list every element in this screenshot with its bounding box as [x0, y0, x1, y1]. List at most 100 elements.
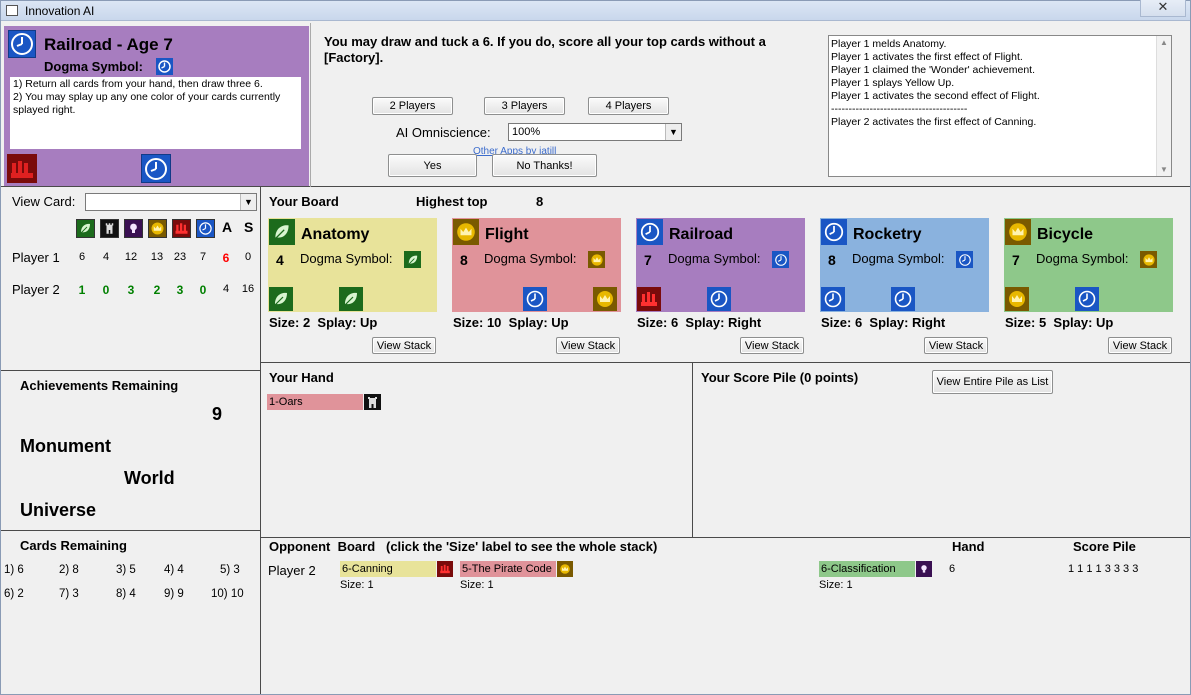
opponent-card-size[interactable]: Size: 1: [460, 579, 494, 591]
log-entry: Player 1 claimed the 'Wonder' achievemen…: [831, 64, 1036, 76]
window-title: Innovation AI: [25, 4, 95, 18]
board-card-railroad[interactable]: Railroad 7 Dogma Symbol:: [636, 218, 805, 312]
card-age: 7: [1012, 252, 1020, 268]
score-cell: 7: [199, 251, 207, 263]
clock-icon: [156, 58, 173, 75]
prompt-text: You may draw and tuck a 6. If you do, sc…: [324, 34, 766, 65]
yes-button[interactable]: Yes: [388, 154, 477, 177]
size-text: Size: 5: [1005, 315, 1047, 330]
cards-remaining-item: 5) 3: [220, 564, 240, 576]
opponent-card[interactable]: 6-Canning: [340, 561, 436, 577]
hand-card-oars[interactable]: 1-Oars: [267, 394, 363, 410]
score-cell: 4: [102, 251, 110, 263]
opponent-hand-label: Hand: [952, 539, 985, 554]
size-text: Size: 6: [821, 315, 863, 330]
view-card-select[interactable]: ▼: [85, 193, 257, 211]
cards-remaining-item: 1) 6: [4, 564, 24, 576]
game-log[interactable]: Player 1 melds Anatomy. Player 1 activate…: [828, 35, 1172, 177]
dogma-label: Dogma Symbol:: [44, 59, 143, 74]
view-stack-button[interactable]: View Stack: [372, 337, 436, 354]
cards-remaining-item: 8) 4: [116, 588, 136, 600]
board-card-bicycle[interactable]: Bicycle 7 Dogma Symbol:: [1004, 218, 1173, 312]
ai-omniscience-select[interactable]: 100% ▼: [508, 123, 682, 141]
card-name: Bicycle: [1037, 226, 1094, 243]
factory-icon: [7, 154, 37, 183]
lightbulb-icon: [916, 561, 932, 577]
factory-icon: [637, 287, 661, 311]
achievements-count: 9: [212, 404, 223, 424]
opponent-card[interactable]: 5-The Pirate Code: [460, 561, 556, 577]
view-pile-list-button[interactable]: View Entire Pile as List: [932, 370, 1053, 394]
opponent-card-label: 6-Canning: [342, 563, 393, 575]
score-cell: 23: [173, 251, 187, 263]
cards-remaining-title: Cards Remaining: [20, 538, 127, 553]
score-cell: 0: [244, 251, 252, 263]
card-size-label[interactable]: Size: 2 Splay: Up: [269, 315, 377, 330]
splay-text: Splay: Right: [869, 315, 946, 330]
size-text: Size: 2: [269, 315, 311, 330]
card-size-label[interactable]: Size: 10 Splay: Up: [453, 315, 569, 330]
title-bar: Innovation AI ✕: [1, 0, 1190, 21]
crown-icon: [453, 219, 479, 245]
achievement-monument[interactable]: Monument: [20, 436, 111, 457]
crown-icon: [1005, 219, 1031, 245]
opponent-card-size[interactable]: Size: 1: [340, 579, 374, 591]
clock-icon: [891, 287, 915, 311]
dogma-label: Dogma Symbol:: [484, 251, 577, 266]
leaf-icon: [76, 219, 95, 238]
chevron-down-icon[interactable]: ▼: [665, 124, 681, 140]
header-a: A: [222, 219, 233, 235]
opponent-card-size[interactable]: Size: 1: [819, 579, 853, 591]
size-text: Size: 10: [453, 315, 502, 330]
view-stack-button[interactable]: View Stack: [924, 337, 988, 354]
board-card-rocketry[interactable]: Rocketry 8 Dogma Symbol:: [820, 218, 989, 312]
score-cell: 1: [78, 283, 86, 297]
cards-remaining-item: 4) 4: [164, 564, 184, 576]
header-s: S: [244, 219, 254, 235]
player-2-label: Player 2: [12, 282, 60, 297]
opponent-card-label: 6-Classification: [821, 563, 896, 575]
score-cell: 6: [78, 251, 86, 263]
board-card-flight[interactable]: Flight 8 Dogma Symbol:: [452, 218, 621, 312]
opponent-board-title: Opponent Board (click the 'Size' label t…: [269, 539, 658, 554]
divider: [310, 23, 311, 187]
dogma-label: Dogma Symbol:: [1036, 251, 1129, 266]
ai-omniscience-value: 100%: [512, 126, 541, 138]
achievement-world[interactable]: World: [124, 468, 175, 489]
opponent-card[interactable]: 6-Classification: [819, 561, 915, 577]
log-list: Player 1 melds Anatomy. Player 1 activate…: [831, 38, 1153, 129]
card-age: 7: [644, 252, 652, 268]
log-entry: Player 1 activates the first effect of F…: [831, 51, 1023, 63]
highest-top-label: Highest top: [416, 194, 488, 209]
view-stack-button[interactable]: View Stack: [1108, 337, 1172, 354]
opponent-score-label: Score Pile: [1073, 539, 1136, 554]
board-card-anatomy[interactable]: Anatomy 4 Dogma Symbol:: [268, 218, 437, 312]
splay-text: Splay: Right: [685, 315, 762, 330]
achievement-universe[interactable]: Universe: [20, 500, 96, 521]
your-board-title: Your Board: [269, 194, 339, 209]
scroll-down-icon[interactable]: ▼: [1160, 165, 1168, 174]
four-players-button[interactable]: 4 Players: [588, 97, 669, 115]
card-size-label[interactable]: Size: 6 Splay: Right: [637, 315, 761, 330]
factory-icon: [172, 219, 191, 238]
two-players-button[interactable]: 2 Players: [372, 97, 453, 115]
three-players-button[interactable]: 3 Players: [484, 97, 565, 115]
close-button[interactable]: ✕: [1140, 0, 1186, 17]
view-stack-button[interactable]: View Stack: [556, 337, 620, 354]
tower-icon: [100, 219, 119, 238]
divider: [260, 537, 1190, 538]
view-stack-button[interactable]: View Stack: [740, 337, 804, 354]
card-size-label[interactable]: Size: 5 Splay: Up: [1005, 315, 1113, 330]
card-text: 1) Return all cards from your hand, then…: [10, 77, 301, 149]
opponent-card-label: 5-The Pirate Code: [462, 563, 552, 575]
opponent-score-pile: 1 1 1 1 3 3 3 3: [1068, 563, 1139, 575]
log-scrollbar[interactable]: ▲ ▼: [1156, 36, 1171, 176]
divider: [692, 362, 693, 538]
clock-icon: [707, 287, 731, 311]
chevron-down-icon[interactable]: ▼: [240, 194, 256, 210]
card-name: Railroad: [669, 226, 734, 243]
no-thanks-button[interactable]: No Thanks!: [492, 154, 597, 177]
scroll-up-icon[interactable]: ▲: [1160, 38, 1168, 47]
splay-text: Splay: Up: [317, 315, 378, 330]
card-size-label[interactable]: Size: 6 Splay: Right: [821, 315, 945, 330]
